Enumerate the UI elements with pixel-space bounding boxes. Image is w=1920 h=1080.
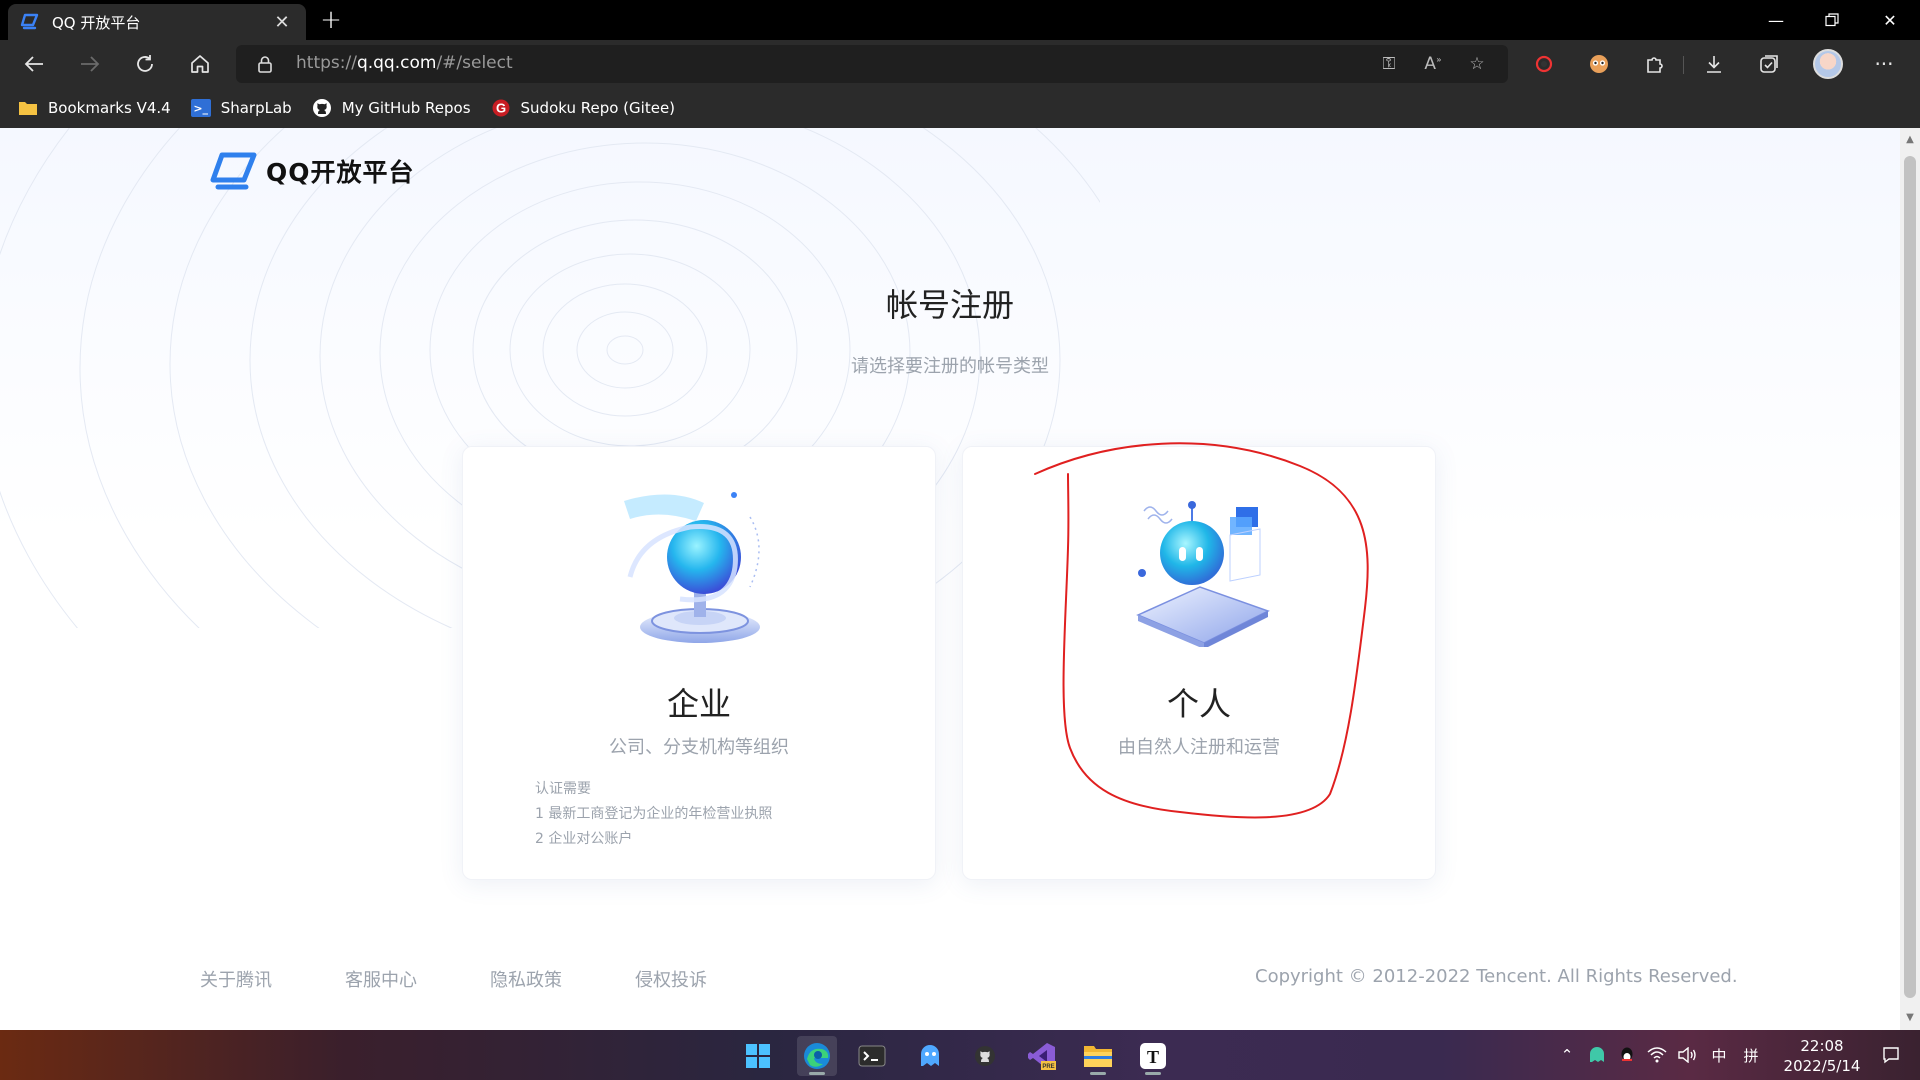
url-text: https://q.qq.com/#/select [296,53,513,73]
address-bar[interactable]: https://q.qq.com/#/select ⚿ A» ☆ [236,45,1508,83]
window-close-icon[interactable]: ✕ [1862,0,1918,40]
profile-avatar[interactable] [1813,49,1843,79]
footer-link-privacy-policy[interactable]: 隐私政策 [490,966,562,992]
key-icon[interactable]: ⚿ [1378,54,1400,76]
ime-mode-indicator[interactable]: 拼 [1740,1044,1762,1066]
footer-copyright: Copyright © 2012-2022 Tencent. All Right… [1255,966,1738,987]
tab-close-icon[interactable]: ✕ [270,10,294,34]
extension-face-icon[interactable] [1583,48,1615,80]
page-scrollbar[interactable]: ▲ ▼ [1900,128,1920,1030]
personal-account-card[interactable]: 个人 由自然人注册和运营 [962,446,1436,880]
tab-strip: QQ 开放平台 ✕ + — ✕ [0,0,1920,40]
refresh-icon[interactable] [127,46,163,82]
notification-center-icon[interactable] [1880,1044,1902,1066]
minimize-icon[interactable]: — [1748,0,1804,40]
extensions-puzzle-icon[interactable] [1638,48,1670,80]
back-arrow-icon[interactable] [16,46,52,82]
requirements-title: 认证需要 [535,781,591,797]
bookmark-sudoku-repo-gitee[interactable]: G Sudoku Repo (Gitee) [491,99,676,117]
scrollbar-thumb[interactable] [1904,156,1916,998]
home-icon[interactable] [182,46,218,82]
wifi-icon[interactable] [1646,1044,1668,1066]
bookmark-bookmarks-v44[interactable]: Bookmarks V4.4 [18,99,171,117]
system-clock[interactable]: 22:08 2022/5/14 [1772,1036,1872,1076]
tab-title: QQ 开放平台 [52,13,141,32]
svg-text:G: G [495,101,505,116]
more-menu-icon[interactable]: ··· [1868,48,1900,80]
add-favorite-icon[interactable]: ☆ [1466,54,1488,76]
clock-time: 22:08 [1800,1037,1844,1055]
bookmark-label: SharpLab [220,99,292,117]
page-title: 帐号注册 [885,286,1014,324]
bookmark-label: My GitHub Repos [341,99,471,117]
requirement-item: 2 企业对公账户 [535,831,633,847]
lock-icon[interactable] [256,55,274,73]
tray-qq-penguin-icon[interactable] [1616,1044,1638,1066]
browser-toolbar: https://q.qq.com/#/select ⚿ A» ☆ ··· [0,40,1920,88]
collections-icon[interactable] [1753,48,1785,80]
terminal-icon[interactable] [852,1036,892,1076]
footer-link-customer-service[interactable]: 客服中心 [345,966,417,992]
new-tab-button[interactable]: + [316,6,346,36]
file-explorer-icon[interactable] [1078,1036,1118,1076]
personal-card-description: 由自然人注册和运营 [1118,737,1280,758]
enterprise-requirements: 认证需要 1 最新工商登记为企业的年检营业执照 2 企业对公账户 [535,777,772,852]
downloads-icon[interactable] [1698,48,1730,80]
volume-icon[interactable] [1676,1044,1698,1066]
qq-open-platform-logo-icon [210,152,257,190]
typora-icon[interactable]: T [1133,1036,1173,1076]
bookmark-label: Sudoku Repo (Gitee) [520,99,676,117]
personal-card-title: 个人 [1166,685,1231,723]
enterprise-card-title: 企业 [666,685,731,723]
edge-browser-icon[interactable] [797,1036,837,1076]
sharplab-icon: >_ [190,99,211,117]
ghost-app-icon[interactable] [910,1036,950,1076]
qq-open-platform-logo[interactable]: QQ开放平台 [210,150,415,192]
bookmark-sharplab[interactable]: >_ SharpLab [190,99,292,117]
enterprise-card-description: 公司、分支机构等组织 [609,737,789,758]
gitee-icon: G [491,99,511,117]
ime-language-indicator[interactable]: 中 [1708,1044,1730,1066]
page-viewport: QQ开放平台 帐号注册 请选择要注册的帐号类型 企业 公司、分支机构等组织 认证… [0,128,1900,1030]
visual-studio-preview-icon[interactable]: PRE [1022,1036,1062,1076]
personal-robot-illustration [1136,501,1270,647]
running-app-indicator [1145,1072,1161,1075]
start-windows-icon[interactable] [738,1036,778,1076]
qq-open-platform-favicon-icon [20,12,40,32]
toolbar-divider [1683,56,1684,74]
svg-text:PRE: PRE [1042,1064,1054,1070]
restore-icon[interactable] [1804,0,1860,40]
read-aloud-icon[interactable]: A» [1422,54,1444,76]
footer-link-about-tencent[interactable]: 关于腾讯 [200,966,272,992]
enterprise-globe-illustration [624,492,760,643]
logo-text: QQ开放平台 [266,158,415,187]
svg-text:T: T [1147,1047,1159,1067]
tab-qq-open-platform[interactable]: QQ 开放平台 ✕ [8,4,306,40]
page-footer: 关于腾讯 客服中心 隐私政策 侵权投诉 Copyright © 2012-202… [0,966,1900,996]
scroll-up-icon[interactable]: ▲ [1905,134,1915,145]
scroll-down-icon[interactable]: ▼ [1905,1012,1915,1023]
bookmark-label: Bookmarks V4.4 [48,99,171,117]
extension-ring-icon[interactable] [1528,48,1560,80]
bookmark-my-github-repos[interactable]: My GitHub Repos [312,99,471,117]
forward-arrow-icon[interactable] [72,46,108,82]
running-app-indicator [1090,1072,1106,1075]
enterprise-account-card[interactable]: 企业 公司、分支机构等组织 认证需要 1 最新工商登记为企业的年检营业执照 2 … [462,446,936,880]
requirement-item: 1 最新工商登记为企业的年检营业执照 [535,806,773,822]
tray-overflow-chevron-icon[interactable]: ⌃ [1556,1044,1578,1066]
footer-link-infringement-complaint[interactable]: 侵权投诉 [635,966,707,992]
folder-icon [18,99,38,117]
clock-date: 2022/5/14 [1783,1057,1861,1075]
page-subtitle: 请选择要注册的帐号类型 [851,356,1049,377]
github-icon [312,99,332,117]
tray-ghost-icon[interactable] [1586,1044,1608,1066]
bookmarks-bar: Bookmarks V4.4 >_ SharpLab My GitHub Rep… [0,88,1920,128]
github-desktop-icon[interactable] [965,1036,1005,1076]
active-app-indicator [809,1072,825,1075]
windows-taskbar: PRE T ⌃ 中 拼 22:08 2022/5/14 [0,1030,1920,1080]
